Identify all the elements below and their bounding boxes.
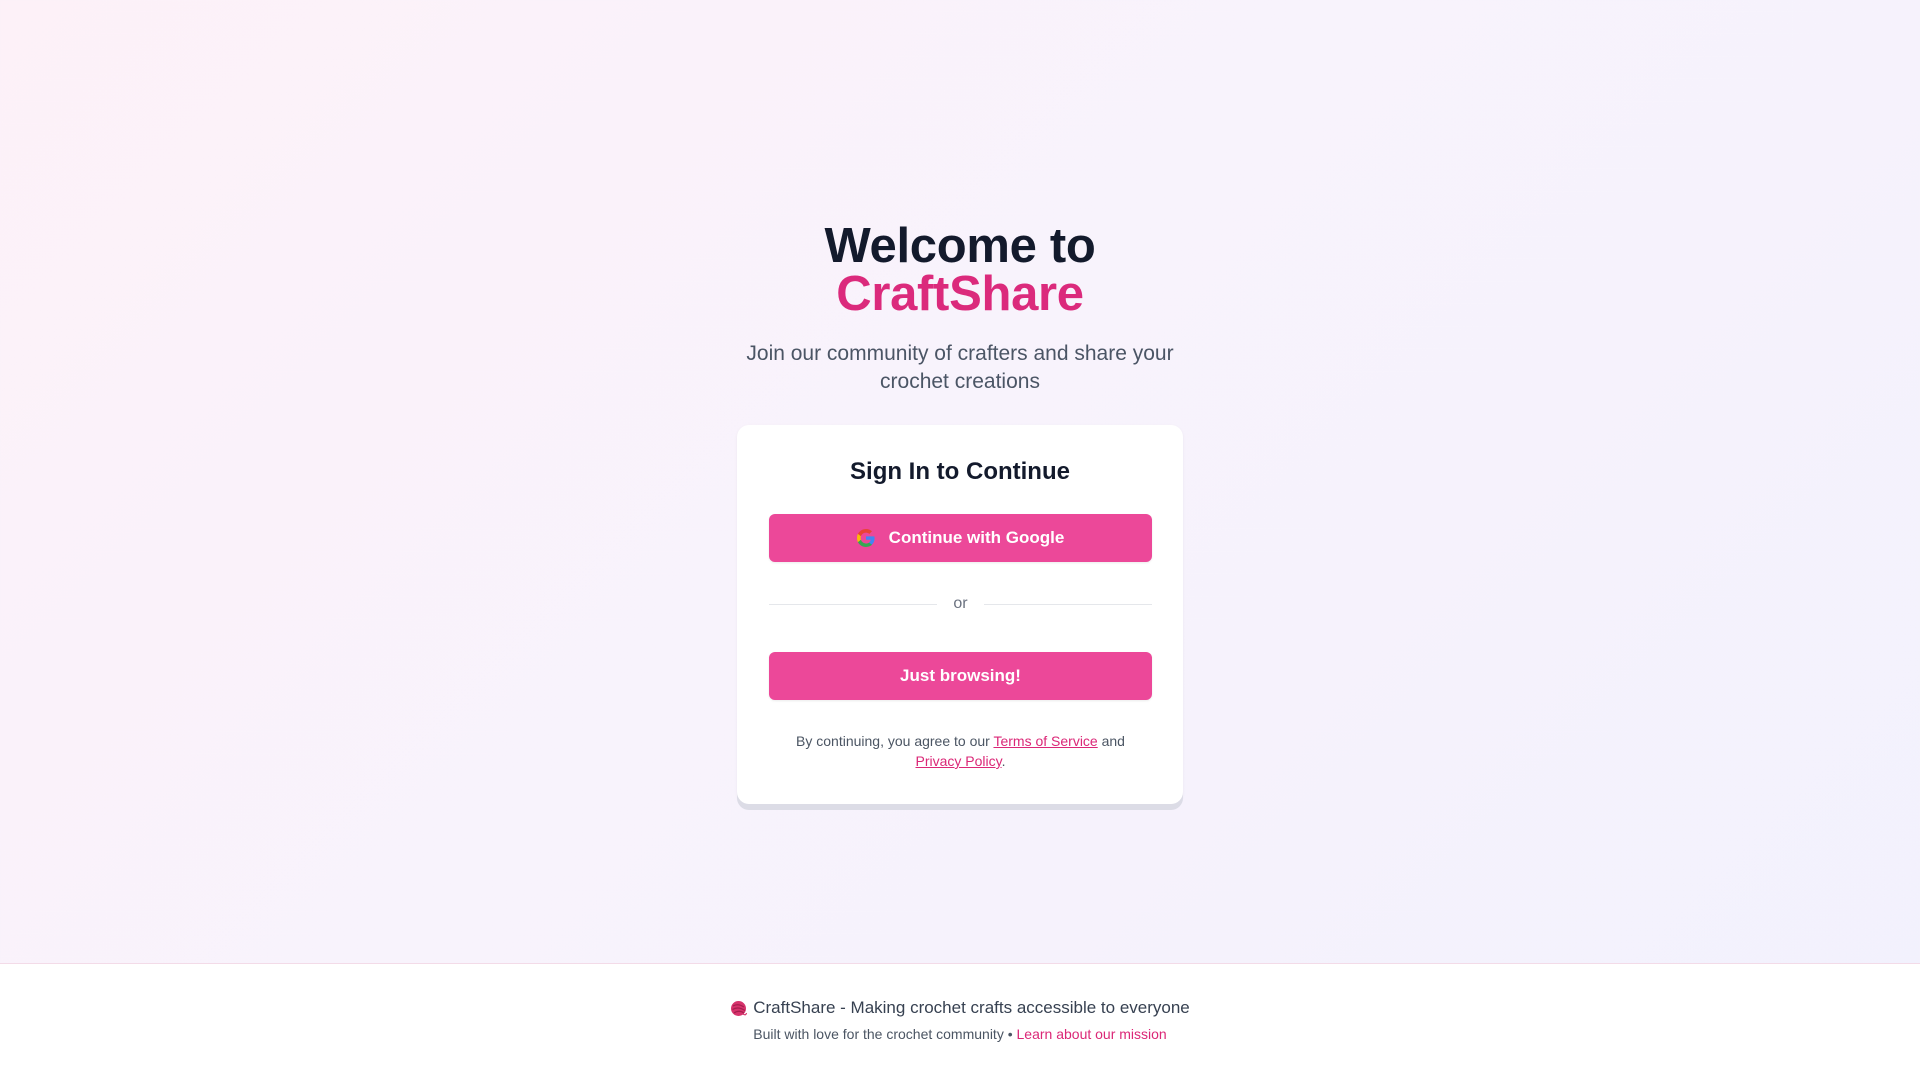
sign-in-card: Sign In to Continue Continue with Google… <box>737 425 1183 804</box>
privacy-policy-link[interactable]: Privacy Policy <box>916 753 1002 769</box>
main-content: Welcome to CraftShare Join our community… <box>0 0 1920 963</box>
terms-middle: and <box>1097 733 1125 749</box>
footer-tagline-row: CraftShare - Making crochet crafts acces… <box>0 998 1920 1018</box>
or-divider: or <box>769 594 1153 614</box>
terms-of-service-link[interactable]: Terms of Service <box>993 733 1097 749</box>
hero-subtitle: Join our community of crafters and share… <box>746 342 1174 393</box>
terms-suffix: . <box>1001 753 1006 769</box>
divider-label: or <box>953 595 968 612</box>
terms-prefix: By continuing, you agree to our <box>796 733 994 749</box>
divider-line-left <box>769 603 938 605</box>
google-icon <box>856 529 875 547</box>
brand-heading: CraftShare <box>836 267 1084 321</box>
footer: CraftShare - Making crochet crafts acces… <box>0 963 1920 1080</box>
google-sign-in-button[interactable]: Continue with Google <box>769 514 1152 562</box>
hero-section: Welcome to CraftShare Join our community… <box>0 222 1920 396</box>
just-browsing-button[interactable]: Just browsing! <box>769 652 1152 700</box>
footer-credits: Built with love for the crochet communit… <box>0 1026 1920 1042</box>
terms-notice: By continuing, you agree to our Terms of… <box>769 731 1152 771</box>
sign-in-title: Sign In to Continue <box>850 458 1070 485</box>
welcome-heading: Welcome to <box>824 219 1096 273</box>
learn-mission-link[interactable]: Learn about our mission <box>1017 1026 1167 1042</box>
google-button-label: Continue with Google <box>888 528 1065 547</box>
footer-built-with: Built with love for the crochet communit… <box>753 1026 1004 1042</box>
footer-separator: • <box>1007 1026 1013 1042</box>
footer-tagline: CraftShare - Making crochet crafts acces… <box>753 998 1190 1017</box>
divider-line-right <box>983 603 1153 605</box>
yarn-ball-icon <box>730 1000 748 1017</box>
